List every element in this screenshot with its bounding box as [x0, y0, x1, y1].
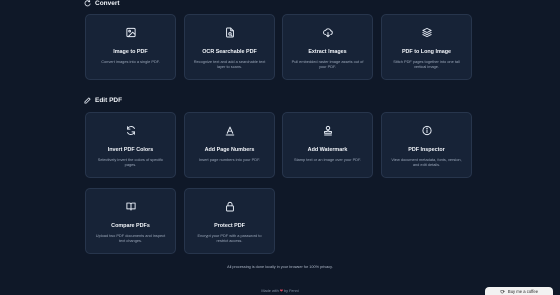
buy-me-a-coffee-button[interactable]: Buy me a coffee	[485, 287, 553, 295]
card-description: Insert page numbers into your PDF.	[198, 157, 261, 162]
card-title: Extract Images	[308, 49, 347, 55]
card-title: Invert PDF Colors	[107, 147, 154, 153]
info-icon	[421, 125, 432, 136]
card-extract-images[interactable]: Extract Images Pull embedded raster imag…	[282, 14, 373, 80]
card-pdf-inspector[interactable]: PDF Inspector View document metadata, fo…	[381, 112, 472, 178]
card-title: Add Watermark	[307, 147, 348, 153]
card-image-to-pdf[interactable]: Image to PDF Convert images into a singl…	[85, 14, 176, 80]
pencil-icon	[84, 97, 91, 104]
card-ocr-searchable-pdf[interactable]: OCR Searchable PDF Recognize text and ad…	[184, 14, 275, 80]
card-description: Pull embedded raster image assets out of…	[291, 59, 364, 70]
letter-a-icon	[224, 125, 235, 136]
card-description: Stitch PDF pages together into one tall …	[393, 59, 460, 70]
card-description: Encrypt your PDF with a password to rest…	[197, 233, 262, 244]
book-open-icon	[125, 201, 136, 212]
stamp-icon	[322, 125, 333, 136]
lock-icon	[224, 201, 235, 212]
card-title: PDF to Long Image	[401, 49, 452, 55]
card-add-watermark[interactable]: Add Watermark Stamp text or an image ove…	[282, 112, 373, 178]
card-compare-pdfs[interactable]: Compare PDFs Upload two PDF documents an…	[85, 188, 176, 254]
card-title: Image to PDF	[113, 49, 148, 55]
coffee-label: Buy me a coffee	[507, 289, 539, 294]
card-title: OCR Searchable PDF	[202, 49, 257, 55]
card-protect-pdf[interactable]: Protect PDF Encrypt your PDF with a pass…	[184, 188, 275, 254]
coffee-cup-icon	[500, 289, 505, 294]
card-description: Upload two PDF documents and inspect tex…	[95, 233, 166, 244]
section-title: Edit PDF	[95, 97, 123, 104]
image-icon	[125, 27, 136, 38]
card-invert-pdf-colors[interactable]: Invert PDF Colors Selectively invert the…	[85, 112, 176, 178]
made-with-credit: Made with ❤ by Fenni	[0, 288, 560, 293]
card-title: Protect PDF	[214, 223, 245, 229]
card-pdf-to-long-image[interactable]: PDF to Long Image Stitch PDF pages toget…	[381, 14, 472, 80]
heart-icon: ❤	[279, 289, 283, 293]
card-description: View document metadata, fonts, version, …	[391, 157, 462, 168]
card-description: Recognize text and add a searchable text…	[193, 59, 266, 70]
section-heading-convert: Convert	[84, 0, 120, 7]
card-title: Add Page Numbers	[204, 147, 255, 153]
card-add-page-numbers[interactable]: Add Page Numbers Insert page numbers int…	[184, 112, 275, 178]
card-title: PDF Inspector	[408, 147, 445, 153]
refresh-icon	[84, 0, 91, 7]
made-with-prefix: Made with	[261, 289, 279, 293]
card-title: Compare PDFs	[111, 223, 150, 229]
privacy-notice: All processing is done locally in your b…	[227, 265, 333, 269]
cloud-download-icon	[322, 27, 333, 38]
refresh-icon	[125, 125, 136, 136]
card-description: Convert images into a single PDF.	[101, 59, 160, 64]
made-with-author[interactable]: by Fenni	[284, 289, 299, 293]
section-title: Convert	[95, 0, 120, 7]
card-description: Stamp text or an image over your PDF.	[293, 157, 362, 162]
layers-icon	[421, 27, 432, 38]
page: Convert Image to PDF Convert images into…	[0, 0, 560, 295]
card-description: Selectively invert the colors of specifi…	[97, 157, 164, 168]
section-heading-edit-pdf: Edit PDF	[84, 97, 122, 104]
file-search-icon	[224, 27, 235, 38]
